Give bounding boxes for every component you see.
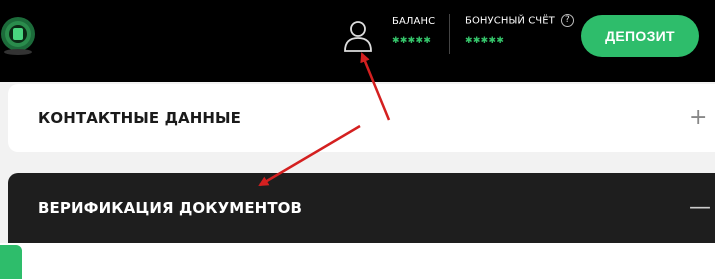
section-verification-title: ВЕРИФИКАЦИЯ ДОКУМЕНТОВ [38,199,303,217]
bonus-value: ✱✱✱✱✱ [465,36,505,46]
user-icon[interactable] [340,18,376,54]
balance-label: БАЛАНС [392,16,436,27]
expand-icon[interactable]: + [689,107,707,129]
verification-content [0,243,715,279]
bonus-label: БОНУСНЫЙ СЧЁТ? [465,14,574,27]
collapse-icon[interactable]: — [689,197,711,219]
deposit-button[interactable]: ДЕПОЗИТ [581,15,699,57]
section-contacts-title: КОНТАКТНЫЕ ДАННЫЕ [38,109,242,127]
section-contacts[interactable]: КОНТАКТНЫЕ ДАННЫЕ + [8,84,715,152]
section-verification[interactable]: ВЕРИФИКАЦИЯ ДОКУМЕНТОВ — [8,173,715,243]
balance-block: БАЛАНС ✱✱✱✱✱ [392,16,435,46]
logo-icon[interactable] [0,12,40,58]
bonus-block: БОНУСНЫЙ СЧЁТ? ✱✱✱✱✱ [465,14,574,46]
top-bar: БАЛАНС ✱✱✱✱✱ БОНУСНЫЙ СЧЁТ? ✱✱✱✱✱ ДЕПОЗИ… [0,0,715,82]
side-tab[interactable] [0,245,22,279]
header-divider [449,14,450,54]
balance-value: ✱✱✱✱✱ [392,36,432,46]
bonus-label-text: БОНУСНЫЙ СЧЁТ [465,15,555,27]
help-icon[interactable]: ? [560,14,574,27]
